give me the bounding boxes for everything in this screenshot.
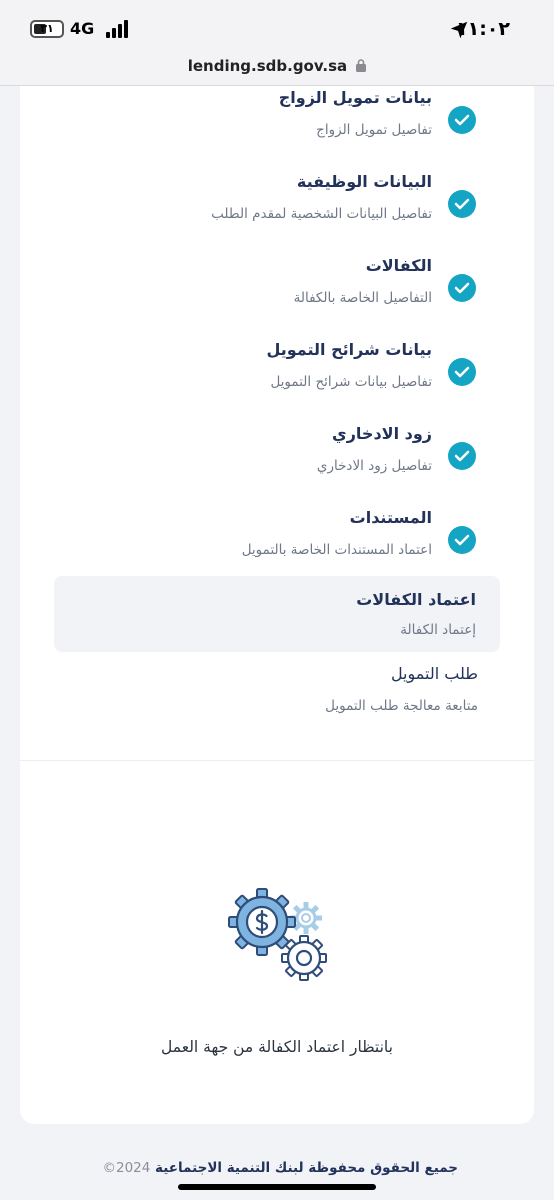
check-icon bbox=[448, 274, 476, 302]
check-icon bbox=[448, 442, 476, 470]
step-item[interactable]: الكفالات التفاصيل الخاصة بالكفالة bbox=[20, 256, 534, 336]
step-item[interactable]: طلب التمويل متابعة معالجة طلب التمويل bbox=[20, 664, 534, 744]
url-text: lending.sdb.gov.sa bbox=[187, 57, 348, 75]
section-divider bbox=[20, 760, 534, 761]
step-subtitle: إعتماد الكفالة bbox=[400, 622, 476, 638]
step-item[interactable]: بيانات شرائح التمويل تفاصيل بيانات شرائح… bbox=[20, 340, 534, 420]
step-title: البيانات الوظيفية bbox=[296, 172, 432, 191]
step-title: طلب التمويل bbox=[390, 664, 478, 683]
check-icon bbox=[448, 106, 476, 134]
step-subtitle: تفاصيل تمويل الزواج bbox=[316, 122, 432, 138]
step-subtitle: اعتماد المستندات الخاصة بالتمويل bbox=[241, 542, 432, 558]
step-item[interactable]: زود الادخاري تفاصيل زود الادخاري bbox=[20, 424, 534, 504]
step-title: اعتماد الكفالات bbox=[356, 590, 476, 609]
step-title: بيانات شرائح التمويل bbox=[266, 340, 432, 359]
step-title: زود الادخاري bbox=[332, 424, 432, 443]
gears-illustration bbox=[228, 888, 327, 981]
step-item-active[interactable]: اعتماد الكفالات إعتماد الكفالة bbox=[54, 576, 500, 652]
step-title: بيانات تمويل الزواج bbox=[278, 88, 432, 107]
lock-icon bbox=[356, 59, 367, 72]
address-bar[interactable]: lending.sdb.gov.sa bbox=[0, 56, 554, 86]
application-card: بيانات تمويل الزواج تفاصيل تمويل الزواج … bbox=[20, 86, 534, 1124]
step-subtitle: تفاصيل بيانات شرائح التمويل bbox=[270, 374, 432, 390]
battery-level: ٣١ bbox=[40, 22, 54, 35]
step-subtitle: متابعة معالجة طلب التمويل bbox=[325, 698, 478, 714]
step-subtitle: تفاصيل البيانات الشخصية لمقدم الطلب bbox=[211, 206, 432, 222]
location-arrow-icon bbox=[450, 21, 468, 39]
waiting-message: بانتظار اعتماد الكفالة من جهة العمل bbox=[161, 1038, 393, 1056]
step-subtitle: تفاصيل زود الادخاري bbox=[316, 458, 432, 474]
step-item[interactable]: بيانات تمويل الزواج تفاصيل تمويل الزواج bbox=[20, 88, 534, 168]
step-subtitle: التفاصيل الخاصة بالكفالة bbox=[293, 290, 432, 306]
copyright-year: 2024© bbox=[102, 1160, 151, 1176]
check-icon bbox=[448, 190, 476, 218]
status-bar: ١١:٠٢ 4G ٣١ bbox=[0, 0, 554, 56]
check-icon bbox=[448, 358, 476, 386]
step-title: المستندات bbox=[349, 508, 432, 527]
copyright-text: جميع الحقوق محفوظة لبنك التنمية الاجتماع… bbox=[155, 1160, 458, 1176]
copyright: جميع الحقوق محفوظة لبنك التنمية الاجتماع… bbox=[102, 1160, 458, 1176]
network-type: 4G bbox=[70, 19, 95, 38]
home-indicator bbox=[178, 1184, 376, 1190]
battery-icon: ٣١ bbox=[30, 20, 64, 38]
step-item[interactable]: البيانات الوظيفية تفاصيل البيانات الشخصي… bbox=[20, 172, 534, 252]
check-icon bbox=[448, 526, 476, 554]
step-title: الكفالات bbox=[365, 256, 432, 275]
signal-icon bbox=[106, 20, 128, 38]
